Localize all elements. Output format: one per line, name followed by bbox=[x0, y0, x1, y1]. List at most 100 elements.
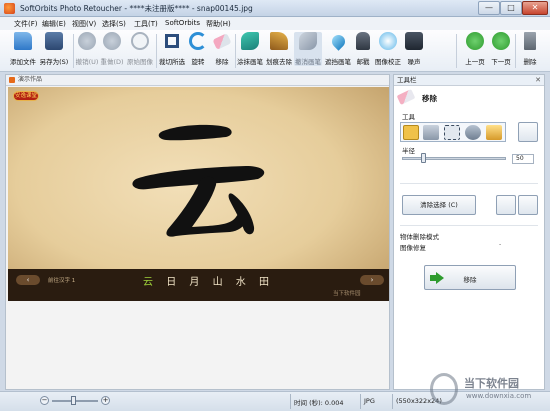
retouch-brush-button[interactable]: 遮挡画笔 bbox=[324, 32, 352, 66]
original-image-button[interactable]: 原始图像 bbox=[125, 32, 155, 66]
maximize-button[interactable]: □ bbox=[500, 1, 522, 15]
radius-value[interactable]: 50 bbox=[512, 154, 534, 164]
clear-selection-button[interactable]: 清除选择 (C) bbox=[402, 195, 476, 215]
removal-mode-select[interactable]: 图像修复 bbox=[400, 242, 426, 252]
menu-softorbits[interactable]: SoftOrbits bbox=[165, 19, 200, 27]
image-canvas[interactable]: 安逸课堂 ‹ 前往汉字 1 云 日 月 山 水 田 › 当下软件园 bbox=[8, 87, 389, 301]
radius-slider-track[interactable] bbox=[402, 157, 506, 160]
prev-page-button[interactable]: 上一页 bbox=[462, 32, 488, 66]
arrow-left-icon bbox=[466, 32, 484, 50]
watermark-logo-icon bbox=[430, 373, 458, 405]
removal-mode-label: 物体删除模式 bbox=[400, 233, 439, 241]
remove-button[interactable]: 移除 bbox=[210, 32, 234, 66]
redo-icon bbox=[103, 32, 121, 50]
menu-tools[interactable]: 工具(T) bbox=[134, 19, 158, 29]
minimize-button[interactable]: — bbox=[478, 1, 500, 15]
toolbar: 添加文件 另存为(S) 撤销(U) 重做(D) 原始图像 裁切所选 旋转 移除 … bbox=[0, 30, 550, 72]
menu-select[interactable]: 选择(S) bbox=[102, 19, 126, 29]
character-item-active[interactable]: 云 bbox=[143, 277, 158, 288]
broom-icon bbox=[270, 32, 288, 50]
pencil-tool-icon[interactable] bbox=[403, 125, 419, 140]
zoom-out-button[interactable]: − bbox=[40, 396, 49, 405]
eraser-icon bbox=[396, 89, 416, 105]
image-correct-button[interactable]: 图像校正 bbox=[374, 32, 402, 66]
character-item[interactable]: 山 bbox=[213, 277, 228, 288]
undo-button[interactable]: 撤销(U) bbox=[75, 32, 99, 66]
close-button[interactable]: ✕ bbox=[522, 1, 548, 15]
status-separator bbox=[360, 394, 361, 409]
prev-character-button[interactable]: ‹ bbox=[16, 275, 40, 285]
character-item[interactable]: 田 bbox=[259, 277, 274, 288]
chevron-down-icon[interactable]: - bbox=[499, 241, 507, 249]
calligraphy-character bbox=[132, 124, 265, 237]
character-navigation-strip: ‹ 前往汉字 1 云 日 月 山 水 田 › 当下软件园 bbox=[8, 269, 389, 301]
stamp-brush-button[interactable]: 撤消画笔 bbox=[294, 32, 322, 66]
character-item[interactable]: 月 bbox=[189, 277, 204, 288]
save-as-button[interactable]: 另存为(S) bbox=[38, 32, 70, 66]
crop-icon bbox=[165, 34, 179, 48]
open-file-button[interactable]: 添加文件 bbox=[6, 32, 40, 66]
delete-button[interactable]: 删除 bbox=[518, 32, 542, 66]
noise-button[interactable]: 噪声 bbox=[402, 32, 426, 66]
tool-title: 移除 bbox=[422, 94, 437, 103]
brush-icon bbox=[299, 32, 317, 50]
menu-file[interactable]: 文件(F) bbox=[14, 19, 38, 29]
rotate-icon bbox=[189, 32, 207, 50]
arrow-right-icon bbox=[492, 32, 510, 50]
toolbar-separator bbox=[456, 34, 457, 68]
stamp-button[interactable]: 邮戳 bbox=[352, 32, 374, 66]
title-bar: SoftOrbits Photo Retoucher - ****未注册版***… bbox=[0, 0, 550, 17]
rect-select-icon[interactable] bbox=[444, 125, 460, 140]
film-icon bbox=[405, 32, 423, 50]
eraser-icon bbox=[212, 33, 232, 50]
smear-brush-icon bbox=[241, 32, 259, 50]
crop-button[interactable]: 裁切所选 bbox=[158, 32, 186, 66]
watermark-url: www.downxia.com bbox=[466, 392, 532, 400]
character-item[interactable]: 日 bbox=[166, 277, 181, 288]
character-count-label: 前往汉字 1 bbox=[48, 278, 76, 284]
menu-view[interactable]: 视图(V) bbox=[72, 19, 96, 29]
menu-edit[interactable]: 编辑(E) bbox=[42, 19, 66, 29]
stamp-tool-button[interactable] bbox=[518, 122, 538, 142]
rotate-button[interactable]: 旋转 bbox=[186, 32, 210, 66]
brush-tool-icon[interactable] bbox=[423, 125, 439, 140]
load-mask-button[interactable] bbox=[518, 195, 538, 215]
processing-time: 时间 (秒): 0.004 bbox=[294, 399, 344, 407]
document-tab[interactable]: 演示作品 bbox=[6, 75, 389, 86]
radius-slider-thumb[interactable] bbox=[420, 153, 426, 163]
redo-button[interactable]: 重做(D) bbox=[100, 32, 124, 66]
scratch-remove-button[interactable]: 划痕去除 bbox=[265, 32, 293, 66]
status-separator bbox=[290, 394, 291, 409]
image-workspace: 演示作品 安逸课堂 ‹ 前往汉字 1 云 日 月 山 水 田 › 当下软件园 bbox=[5, 74, 390, 390]
panel-divider bbox=[400, 183, 538, 184]
image-watermark: 当下软件园 bbox=[333, 291, 361, 297]
drop-icon bbox=[328, 32, 348, 51]
zoom-in-button[interactable]: + bbox=[101, 396, 110, 405]
magic-wand-icon[interactable] bbox=[486, 125, 502, 140]
menu-help[interactable]: 帮助(H) bbox=[206, 19, 231, 29]
tool-panel-header: 工具栏 ✕ bbox=[394, 75, 544, 86]
clock-icon bbox=[131, 32, 149, 50]
lasso-icon[interactable] bbox=[465, 125, 481, 140]
tools-label: 工具 bbox=[402, 113, 415, 121]
tool-title-row: 移除 bbox=[396, 89, 542, 105]
character-item[interactable]: 水 bbox=[236, 277, 251, 288]
next-character-button[interactable]: › bbox=[360, 275, 384, 285]
zoom-slider-thumb[interactable] bbox=[70, 396, 76, 405]
tool-selector-group bbox=[400, 122, 506, 142]
run-remove-button[interactable]: 移除 bbox=[424, 265, 516, 290]
toolbar-separator bbox=[515, 34, 516, 68]
watermark-text: 当下软件园 bbox=[464, 377, 519, 390]
snowflake-icon bbox=[379, 32, 397, 50]
document-icon bbox=[9, 77, 15, 83]
stamp-icon bbox=[356, 32, 370, 50]
next-page-button[interactable]: 下一页 bbox=[488, 32, 514, 66]
panel-close-icon[interactable]: ✕ bbox=[535, 75, 541, 85]
trash-icon bbox=[524, 32, 536, 50]
toolbar-separator bbox=[156, 34, 157, 68]
save-icon bbox=[45, 32, 63, 50]
save-mask-button[interactable] bbox=[496, 195, 516, 215]
status-separator bbox=[392, 394, 393, 409]
folder-icon bbox=[14, 32, 32, 50]
smear-brush-button[interactable]: 涂抹画笔 bbox=[236, 32, 264, 66]
